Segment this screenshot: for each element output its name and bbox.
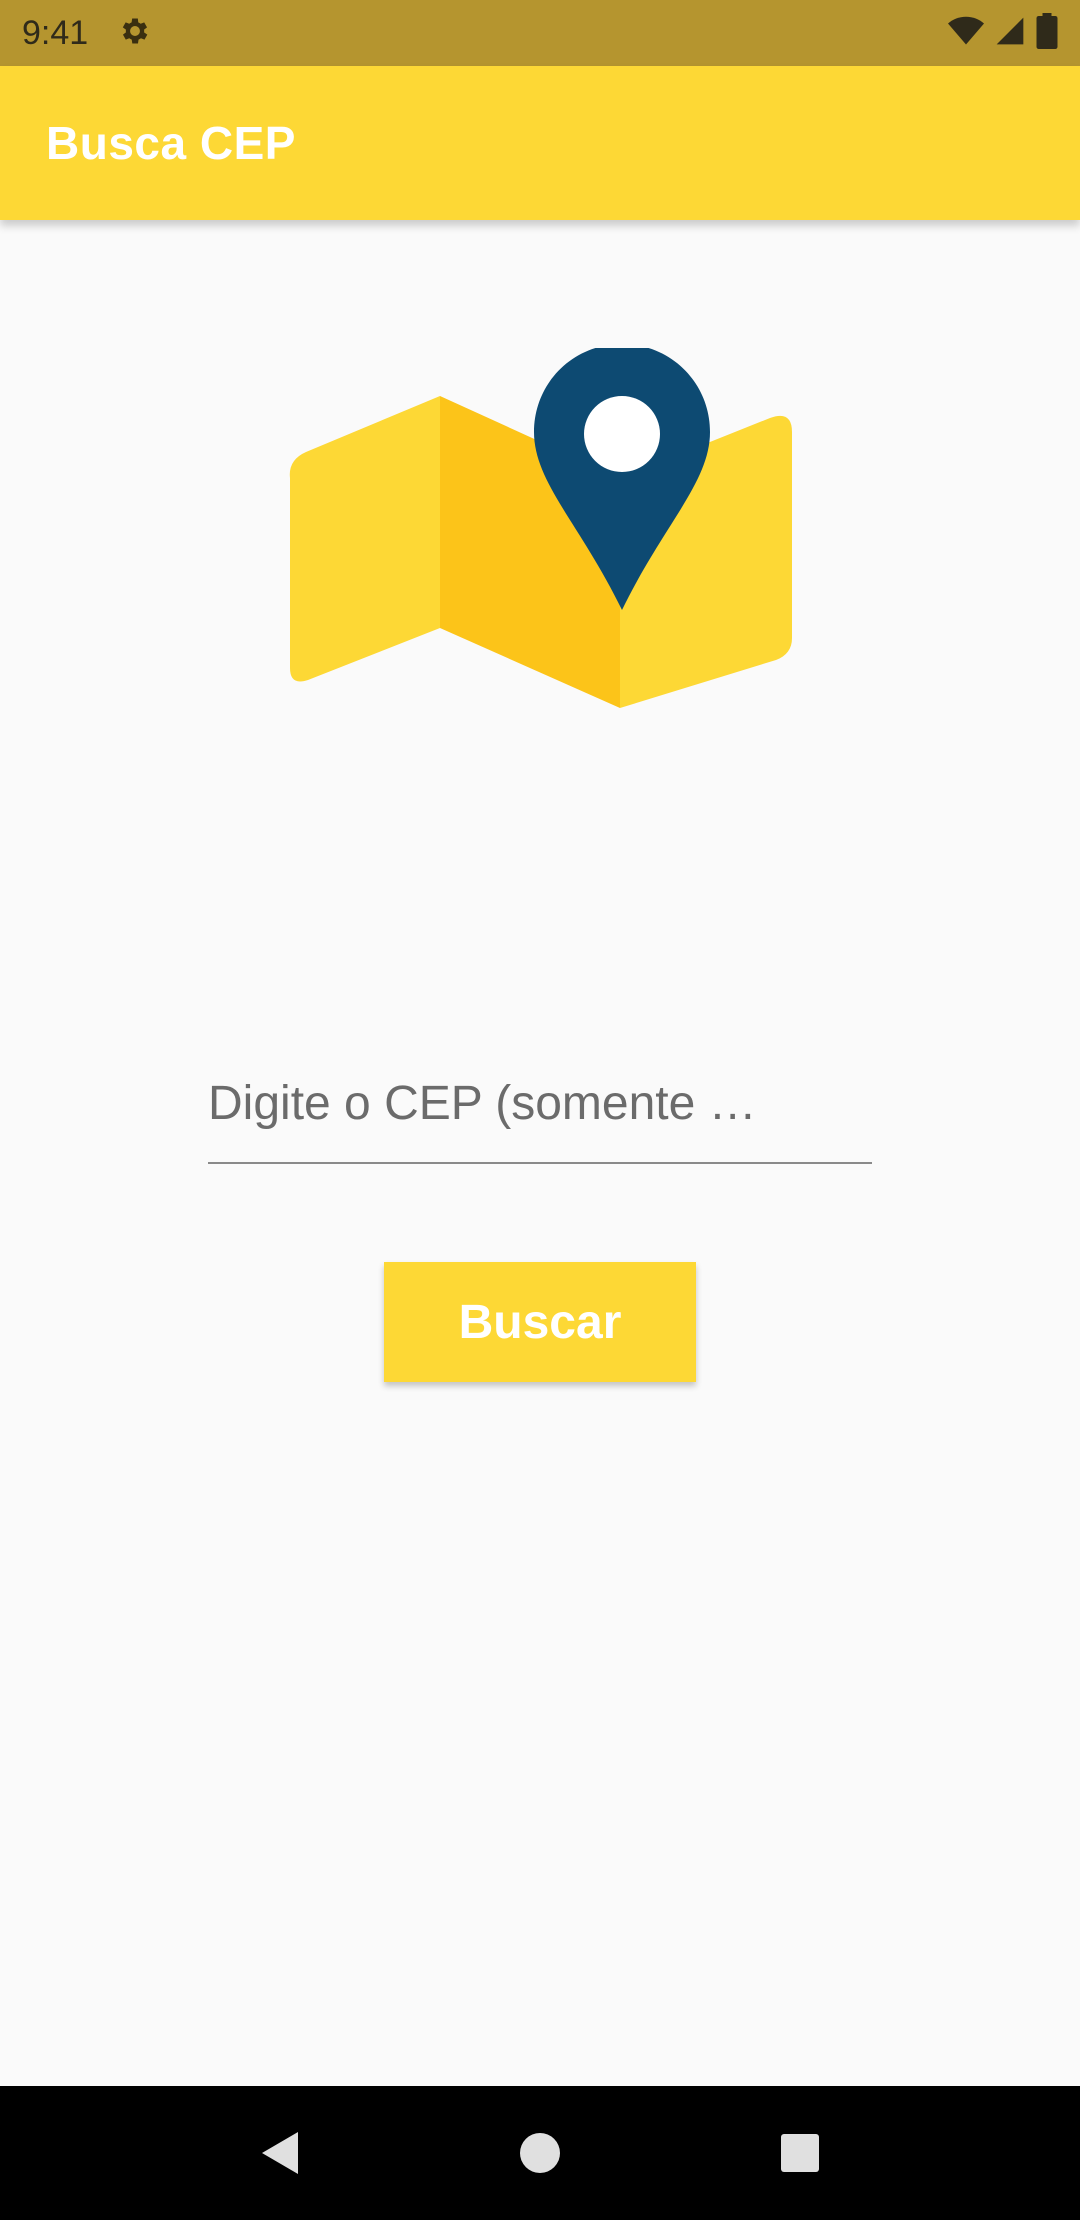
signal-icon: [994, 15, 1026, 52]
status-bar: 9:41: [0, 0, 1080, 66]
recents-icon[interactable]: [760, 2113, 840, 2193]
back-icon[interactable]: [240, 2113, 320, 2193]
main-content: Buscar: [0, 220, 1080, 2086]
cep-field[interactable]: [208, 1044, 872, 1166]
status-left: 9:41: [22, 14, 152, 53]
home-icon[interactable]: [500, 2113, 580, 2193]
search-button[interactable]: Buscar: [384, 1262, 696, 1382]
battery-icon: [1036, 12, 1058, 54]
app-title: Busca CEP: [46, 117, 296, 169]
settings-icon: [118, 14, 152, 53]
app-bar: Busca CEP: [0, 66, 1080, 220]
map-illustration: [280, 344, 800, 788]
navigation-bar: [0, 2086, 1080, 2220]
wifi-icon: [948, 16, 984, 51]
search-button-label: Buscar: [458, 1295, 622, 1349]
status-time: 9:41: [22, 13, 89, 52]
cep-input[interactable]: [208, 1044, 872, 1164]
status-right: [948, 12, 1058, 54]
map-pin-icon: [289, 344, 792, 708]
